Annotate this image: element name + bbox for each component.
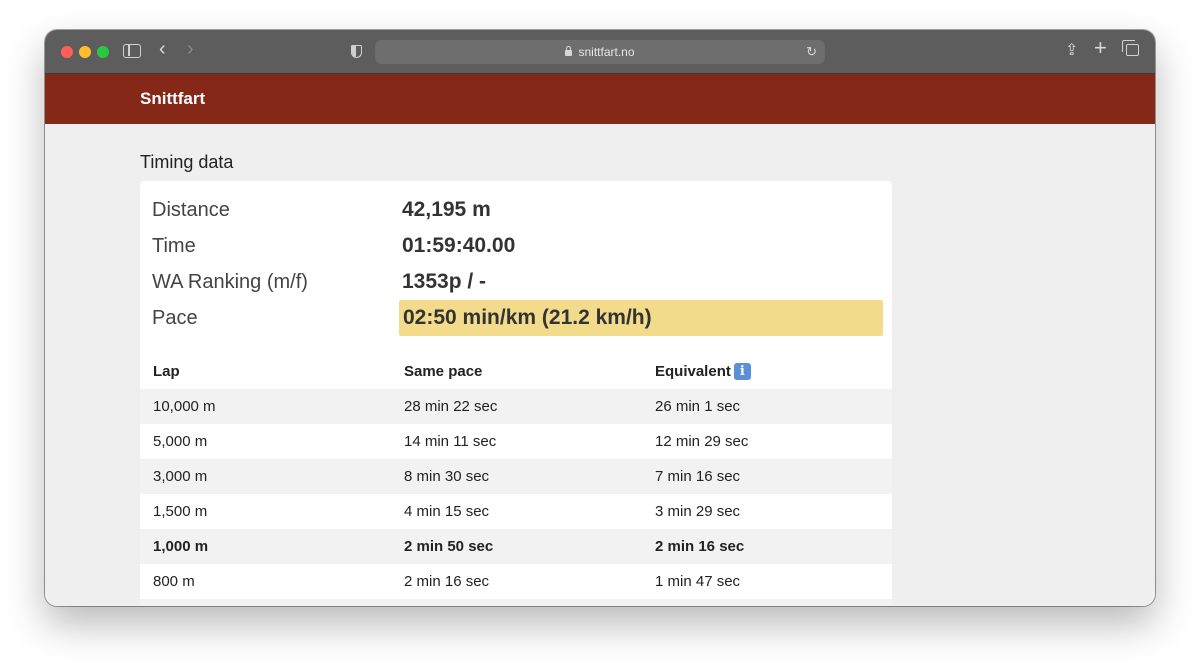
cell-lap: 3,000 m <box>140 459 391 494</box>
timing-card: Distance 42,195 m Time 01:59:40.00 WA Ra… <box>140 181 892 606</box>
address-bar[interactable]: snittfart.no ↻ <box>375 40 825 64</box>
summary-row-time: Time 01:59:40.00 <box>140 228 892 264</box>
summary-value: 01:59:40.00 <box>402 234 516 257</box>
table-row-highlighted: 1,000 m 2 min 50 sec 2 min 16 sec <box>140 529 892 564</box>
zoom-window-button[interactable] <box>97 46 109 58</box>
column-header-same-pace: Same pace <box>404 363 483 380</box>
forward-arrow-icon[interactable]: › <box>187 39 194 59</box>
cell-lap: 10,000 m <box>140 389 391 424</box>
column-header-lap: Lap <box>153 363 180 380</box>
cell-same-pace <box>391 599 642 606</box>
summary-label: WA Ranking (m/f) <box>152 271 308 293</box>
tab-overview-icon[interactable] <box>1122 40 1139 56</box>
close-window-button[interactable] <box>61 46 73 58</box>
summary-row-ranking: WA Ranking (m/f) 1353p / - <box>140 264 892 300</box>
cell-equivalent: 1 min 47 sec <box>642 564 892 599</box>
page-content: Snittfart Timing data Distance 42,195 m … <box>45 74 1155 606</box>
table-row: 10,000 m 28 min 22 sec 26 min 1 sec <box>140 389 892 424</box>
table-row: 3,000 m 8 min 30 sec 7 min 16 sec <box>140 459 892 494</box>
summary-value: 42,195 m <box>402 198 491 221</box>
cell-lap: 800 m <box>140 564 391 599</box>
table-row: 1,500 m 4 min 15 sec 3 min 29 sec <box>140 494 892 529</box>
cell-same-pace: 2 min 16 sec <box>391 564 642 599</box>
cell-lap: 5,000 m <box>140 424 391 459</box>
new-tab-icon[interactable]: + <box>1094 37 1107 59</box>
sidebar-toggle-icon[interactable] <box>123 44 141 58</box>
cell-equivalent: 12 min 29 sec <box>642 424 892 459</box>
cell-same-pace: 8 min 30 sec <box>391 459 642 494</box>
cell-lap: 1,000 m <box>140 529 391 564</box>
summary-label: Distance <box>152 199 230 221</box>
cell-same-pace: 4 min 15 sec <box>391 494 642 529</box>
information-icon[interactable]: i <box>733 363 751 381</box>
cell-lap: 1,500 m <box>140 494 391 529</box>
summary-row-distance: Distance 42,195 m <box>140 192 892 228</box>
lap-table: Lap Same pace Equivalent i 10,000 m 28 mi… <box>140 354 892 606</box>
cell-lap <box>140 599 391 606</box>
summary-label: Time <box>152 235 196 257</box>
browser-toolbar: ‹ › snittfart.no ↻ ⇪ + <box>45 30 1155 74</box>
column-header-equivalent-label: Equivalent <box>655 362 731 380</box>
cell-equivalent: 7 min 16 sec <box>642 459 892 494</box>
back-arrow-icon[interactable]: ‹ <box>159 39 166 59</box>
summary-row-pace: Pace 02:50 min/km (21.2 km/h) <box>140 300 892 336</box>
browser-window: ‹ › snittfart.no ↻ ⇪ + Snittfart Timing … <box>45 30 1155 606</box>
table-row: 800 m 2 min 16 sec 1 min 47 sec <box>140 564 892 599</box>
site-brand-link[interactable]: Snittfart <box>140 74 205 124</box>
table-row: 5,000 m 14 min 11 sec 12 min 29 sec <box>140 424 892 459</box>
url-label: snittfart.no <box>578 45 635 59</box>
address-bar-text: snittfart.no <box>375 40 825 64</box>
section-title: Timing data <box>140 152 234 172</box>
table-row-partial <box>140 599 892 606</box>
cell-same-pace: 2 min 50 sec <box>391 529 642 564</box>
pace-highlight-value: 02:50 min/km (21.2 km/h) <box>399 300 883 336</box>
share-icon[interactable]: ⇪ <box>1065 41 1078 61</box>
reload-icon[interactable]: ↻ <box>806 40 817 64</box>
cell-equivalent: 2 min 16 sec <box>642 529 892 564</box>
site-navbar: Snittfart <box>45 74 1155 124</box>
privacy-shield-icon[interactable] <box>351 45 362 58</box>
column-header-equivalent: Equivalent i <box>642 354 892 389</box>
cell-same-pace: 28 min 22 sec <box>391 389 642 424</box>
cell-equivalent: 26 min 1 sec <box>642 389 892 424</box>
cell-equivalent: 3 min 29 sec <box>642 494 892 529</box>
cell-same-pace: 14 min 11 sec <box>391 424 642 459</box>
summary-value: 1353p / - <box>402 270 487 293</box>
cell-equivalent <box>642 599 892 606</box>
summary-label: Pace <box>152 307 198 329</box>
table-header-row: Lap Same pace Equivalent i <box>140 354 892 389</box>
minimize-window-button[interactable] <box>79 46 91 58</box>
lock-icon <box>565 46 573 56</box>
